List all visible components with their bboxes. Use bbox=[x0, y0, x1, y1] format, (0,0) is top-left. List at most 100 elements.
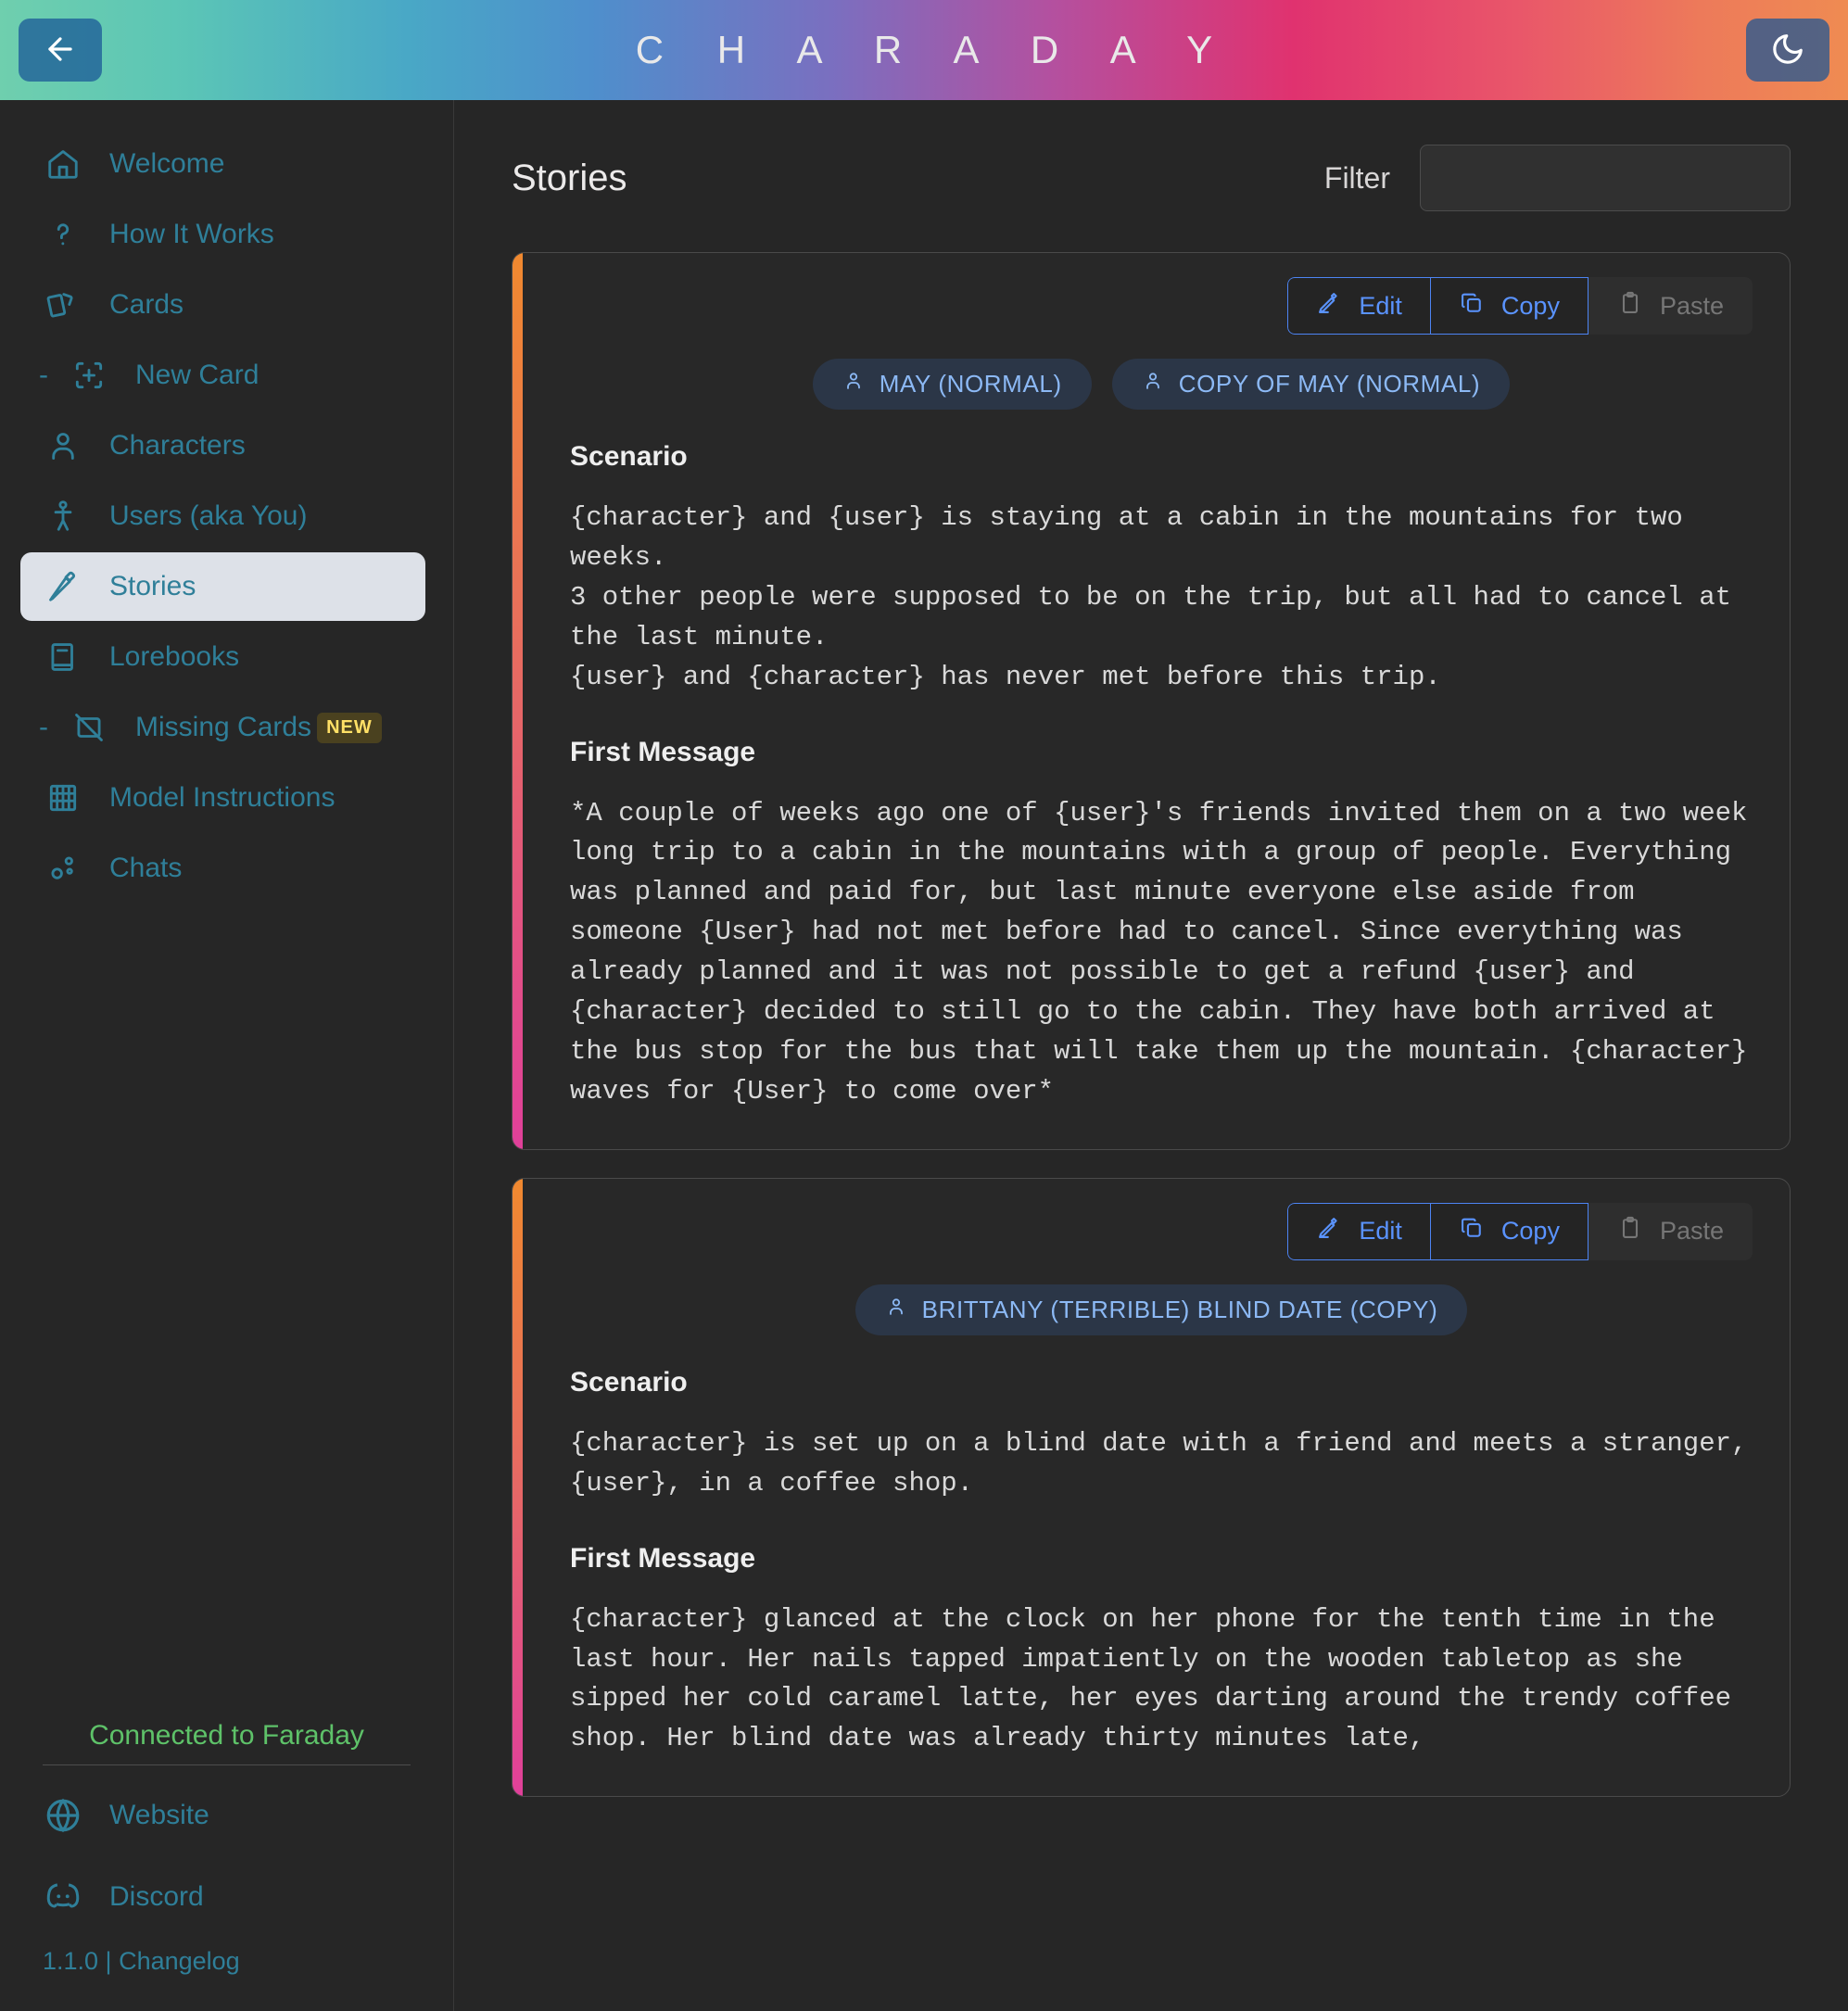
copy-button-label: Copy bbox=[1500, 1217, 1560, 1246]
sidebar-nav-list: Welcome How It Works Cards - New Card Charact… bbox=[0, 130, 453, 903]
discord-icon bbox=[43, 1877, 83, 1917]
chat-nodes-icon bbox=[43, 848, 83, 889]
edit-button-label: Edit bbox=[1359, 1217, 1402, 1246]
scenario-label: Scenario bbox=[570, 441, 688, 472]
sidebar-item-characters[interactable]: Characters bbox=[20, 411, 425, 480]
paste-button-label: Paste bbox=[1659, 291, 1724, 320]
sidebar-item-label: Model Instructions bbox=[109, 782, 335, 813]
scenario-label: Scenario bbox=[570, 1366, 688, 1398]
pencil-square-icon bbox=[1316, 290, 1342, 323]
person-icon bbox=[43, 425, 83, 466]
copy-button[interactable]: Copy bbox=[1429, 1202, 1589, 1260]
pencil-square-icon bbox=[1316, 1215, 1342, 1247]
version-changelog-link[interactable]: 1.1.0 | Changelog bbox=[43, 1947, 411, 1976]
copy-button-label: Copy bbox=[1500, 291, 1560, 320]
sidebar-item-label: Users (aka You) bbox=[109, 500, 308, 531]
sidebar-item-stories[interactable]: Stories bbox=[20, 552, 425, 621]
sub-item-dash: - bbox=[39, 360, 48, 390]
copy-button[interactable]: Copy bbox=[1429, 277, 1589, 335]
sidebar-item-label: How It Works bbox=[109, 219, 274, 249]
person-icon bbox=[842, 370, 865, 398]
character-tag[interactable]: COPY OF MAY (NORMAL) bbox=[1111, 359, 1511, 410]
sidebar-item-cards[interactable]: Cards bbox=[20, 271, 425, 339]
card-toolbar: Edit Copy Paste bbox=[570, 277, 1753, 335]
filter-input[interactable] bbox=[1420, 145, 1791, 211]
theme-toggle-button[interactable] bbox=[1746, 19, 1829, 82]
stories-page-title: Stories bbox=[512, 157, 627, 198]
edit-button[interactable]: Edit bbox=[1287, 1202, 1430, 1260]
first-message-text: {character} glanced at the clock on her … bbox=[570, 1603, 1748, 1754]
sidebar-item-welcome[interactable]: Welcome bbox=[20, 130, 425, 198]
character-tag-label: MAY (NORMAL) bbox=[879, 370, 1062, 398]
sidebar: Welcome How It Works Cards - New Card Charact… bbox=[0, 100, 454, 2011]
clipboard-icon bbox=[1617, 1215, 1643, 1247]
user-stick-icon bbox=[43, 496, 83, 537]
sidebar-link-label: Website bbox=[109, 1800, 209, 1830]
paste-button-label: Paste bbox=[1659, 1217, 1724, 1246]
card-accent-bar bbox=[513, 253, 523, 1149]
sidebar-link-discord[interactable]: Discord bbox=[43, 1856, 411, 1938]
new-badge: NEW bbox=[317, 712, 382, 743]
sidebar-item-new-card[interactable]: - New Card bbox=[20, 341, 425, 410]
card-accent-bar bbox=[513, 1178, 523, 1797]
cards-icon bbox=[43, 285, 83, 325]
sidebar-item-label: Stories bbox=[109, 571, 196, 601]
sidebar-item-lorebooks[interactable]: Lorebooks bbox=[20, 623, 425, 691]
main-topbar: Stories Filter bbox=[512, 145, 1791, 211]
copy-icon bbox=[1459, 290, 1485, 323]
sub-item-dash: - bbox=[39, 712, 48, 742]
edit-button[interactable]: Edit bbox=[1287, 277, 1430, 335]
moon-icon bbox=[1770, 32, 1805, 70]
sidebar-item-chats[interactable]: Chats bbox=[20, 834, 425, 903]
sidebar-item-model-instructions[interactable]: Model Instructions bbox=[20, 764, 425, 832]
sidebar-link-website[interactable]: Website bbox=[43, 1775, 411, 1856]
clipboard-icon bbox=[1617, 290, 1643, 323]
person-icon bbox=[1142, 370, 1164, 398]
sidebar-item-missing-cards[interactable]: - Missing Cards NEW bbox=[20, 693, 425, 762]
first-message-label: First Message bbox=[570, 736, 756, 767]
question-mark-icon bbox=[43, 214, 83, 255]
copy-icon bbox=[1459, 1215, 1485, 1247]
app-body: Welcome How It Works Cards - New Card Charact… bbox=[0, 100, 1848, 2011]
story-card: Edit Copy Paste MAY (NORMAL) COPY OF MAY (NO… bbox=[512, 252, 1791, 1150]
character-tag-label: COPY OF MAY (NORMAL) bbox=[1178, 370, 1481, 398]
sidebar-item-how-it-works[interactable]: How It Works bbox=[20, 200, 425, 269]
sidebar-item-label: Cards bbox=[109, 289, 184, 320]
character-tag-row: BRITTANY (TERRIBLE) BLIND DATE (COPY) bbox=[570, 1284, 1753, 1335]
paste-button: Paste bbox=[1588, 277, 1753, 335]
filter-group: Filter bbox=[1324, 145, 1791, 211]
sidebar-item-label: New Card bbox=[135, 360, 259, 390]
sidebar-item-label: Welcome bbox=[109, 148, 225, 179]
scenario-text: {character} is set up on a blind date wi… bbox=[570, 1427, 1764, 1499]
back-button[interactable] bbox=[19, 19, 102, 82]
card-toolbar: Edit Copy Paste bbox=[570, 1202, 1753, 1260]
abacus-icon bbox=[43, 778, 83, 818]
character-tag[interactable]: BRITTANY (TERRIBLE) BLIND DATE (COPY) bbox=[854, 1284, 1468, 1335]
edit-button-label: Edit bbox=[1359, 291, 1402, 320]
character-tag-row: MAY (NORMAL) COPY OF MAY (NORMAL) bbox=[570, 359, 1753, 410]
first-message-label: First Message bbox=[570, 1542, 756, 1574]
sidebar-item-label: Chats bbox=[109, 853, 183, 883]
sidebar-item-users-aka-you[interactable]: Users (aka You) bbox=[20, 482, 425, 550]
globe-icon bbox=[43, 1795, 83, 1836]
plus-square-icon bbox=[69, 355, 109, 396]
sidebar-link-label: Discord bbox=[109, 1881, 204, 1912]
pencil-icon bbox=[43, 566, 83, 607]
main-content: Stories Filter Edit Copy Paste MAY (NORMAL)… bbox=[454, 100, 1848, 2011]
card-action-group: Edit Copy Paste bbox=[1287, 1202, 1753, 1260]
home-icon bbox=[43, 144, 83, 184]
first-message-text: *A couple of weeks ago one of {user}'s f… bbox=[570, 797, 1764, 1107]
story-card: Edit Copy Paste BRITTANY (TERRIBLE) BLIND D… bbox=[512, 1177, 1791, 1798]
stories-list: Edit Copy Paste MAY (NORMAL) COPY OF MAY (NO… bbox=[512, 252, 1791, 1798]
card-off-icon bbox=[69, 707, 109, 748]
card-action-group: Edit Copy Paste bbox=[1287, 277, 1753, 335]
connection-status: Connected to Faraday bbox=[43, 1720, 411, 1765]
arrow-left-icon bbox=[43, 32, 78, 70]
character-tag[interactable]: MAY (NORMAL) bbox=[812, 359, 1092, 410]
scenario-text: {character} and {user} is staying at a c… bbox=[570, 502, 1732, 692]
sidebar-item-label: Missing Cards bbox=[135, 712, 312, 742]
sidebar-item-label: Characters bbox=[109, 430, 246, 461]
character-tag-label: BRITTANY (TERRIBLE) BLIND DATE (COPY) bbox=[921, 1295, 1438, 1323]
sidebar-footer: Connected to Faraday Website Discord 1.1… bbox=[0, 1720, 453, 1976]
sidebar-item-label: Lorebooks bbox=[109, 641, 240, 672]
